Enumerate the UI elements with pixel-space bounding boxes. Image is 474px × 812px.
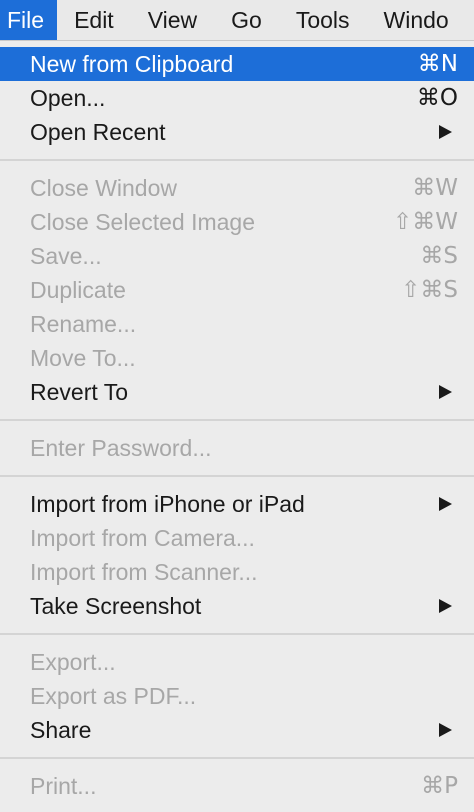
- menubar-edit[interactable]: Edit: [57, 0, 131, 40]
- menu-separator: [0, 633, 474, 635]
- menu-item-label: New from Clipboard: [30, 50, 234, 77]
- menu-item-open[interactable]: Open... ⌘O: [0, 81, 474, 115]
- chevron-right-icon: [439, 599, 452, 613]
- menu-separator: [0, 475, 474, 477]
- menubar-go[interactable]: Go: [214, 0, 279, 40]
- menu-item-label: Import from Scanner...: [30, 558, 258, 585]
- menu-item-rename: Rename...: [0, 307, 474, 341]
- menu-item-import-from-iphone[interactable]: Import from iPhone or iPad: [0, 487, 474, 521]
- chevron-right-icon: [439, 723, 452, 737]
- menu-item-shortcut: ⌘S: [420, 243, 458, 269]
- menu-item-label: Import from Camera...: [30, 524, 255, 551]
- menu-item-new-from-clipboard[interactable]: New from Clipboard ⌘N: [0, 47, 474, 81]
- menubar-window[interactable]: Windo: [367, 0, 466, 40]
- menu-item-label: Export as PDF...: [30, 682, 197, 709]
- file-menu: New from Clipboard ⌘N Open... ⌘O Open Re…: [0, 41, 474, 812]
- menu-item-shortcut: ⌘N: [417, 51, 458, 77]
- menu-bar: File Edit View Go Tools Windo: [0, 0, 474, 41]
- chevron-right-icon: [439, 125, 452, 139]
- menu-item-label: Take Screenshot: [30, 592, 202, 619]
- menu-item-label: Export...: [30, 648, 116, 675]
- menu-item-print: Print... ⌘P: [0, 769, 474, 803]
- menu-item-duplicate: Duplicate ⇧⌘S: [0, 273, 474, 307]
- menubar-file[interactable]: File: [0, 0, 58, 40]
- menu-item-label: Move To...: [30, 344, 136, 371]
- menu-separator: [0, 419, 474, 421]
- menu-item-import-from-camera: Import from Camera...: [0, 521, 474, 555]
- menu-item-share[interactable]: Share: [0, 713, 474, 747]
- menu-item-label: Rename...: [30, 310, 137, 337]
- menu-item-label: Enter Password...: [30, 434, 212, 461]
- menu-item-take-screenshot[interactable]: Take Screenshot: [0, 589, 474, 623]
- menu-item-enter-password: Enter Password...: [0, 431, 474, 465]
- menu-item-close-window: Close Window ⌘W: [0, 171, 474, 205]
- menu-item-label: Close Selected Image: [30, 208, 256, 235]
- menu-item-close-selected-image: Close Selected Image ⇧⌘W: [0, 205, 474, 239]
- chevron-right-icon: [439, 497, 452, 511]
- menu-item-label: Open Recent: [30, 118, 166, 145]
- screen: File Edit View Go Tools Windo New from C…: [0, 0, 474, 812]
- menu-item-shortcut: ⌘W: [412, 175, 458, 201]
- menu-item-save: Save... ⌘S: [0, 239, 474, 273]
- menu-item-shortcut: ⌘O: [416, 85, 458, 111]
- menu-item-move-to: Move To...: [0, 341, 474, 375]
- menu-item-export-as-pdf: Export as PDF...: [0, 679, 474, 713]
- menu-item-revert-to[interactable]: Revert To: [0, 375, 474, 409]
- menu-item-label: Print...: [30, 772, 97, 799]
- menu-separator: [0, 159, 474, 161]
- menu-item-shortcut: ⇧⌘S: [401, 277, 458, 303]
- menu-separator: [0, 757, 474, 759]
- menubar-view[interactable]: View: [131, 0, 214, 40]
- menubar-tools[interactable]: Tools: [279, 0, 367, 40]
- menu-item-shortcut: ⌘P: [421, 773, 458, 799]
- menu-item-label: Close Window: [30, 174, 177, 201]
- menu-item-label: Open...: [30, 84, 106, 111]
- chevron-right-icon: [439, 385, 452, 399]
- menu-item-label: Share: [30, 716, 92, 743]
- menu-item-import-from-scanner: Import from Scanner...: [0, 555, 474, 589]
- menu-item-open-recent[interactable]: Open Recent: [0, 115, 474, 149]
- menu-item-export: Export...: [0, 645, 474, 679]
- menu-item-label: Save...: [30, 242, 102, 269]
- menu-item-label: Import from iPhone or iPad: [30, 490, 305, 517]
- menu-item-label: Duplicate: [30, 276, 126, 303]
- menu-item-label: Revert To: [30, 378, 129, 405]
- menu-item-shortcut: ⇧⌘W: [392, 209, 458, 235]
